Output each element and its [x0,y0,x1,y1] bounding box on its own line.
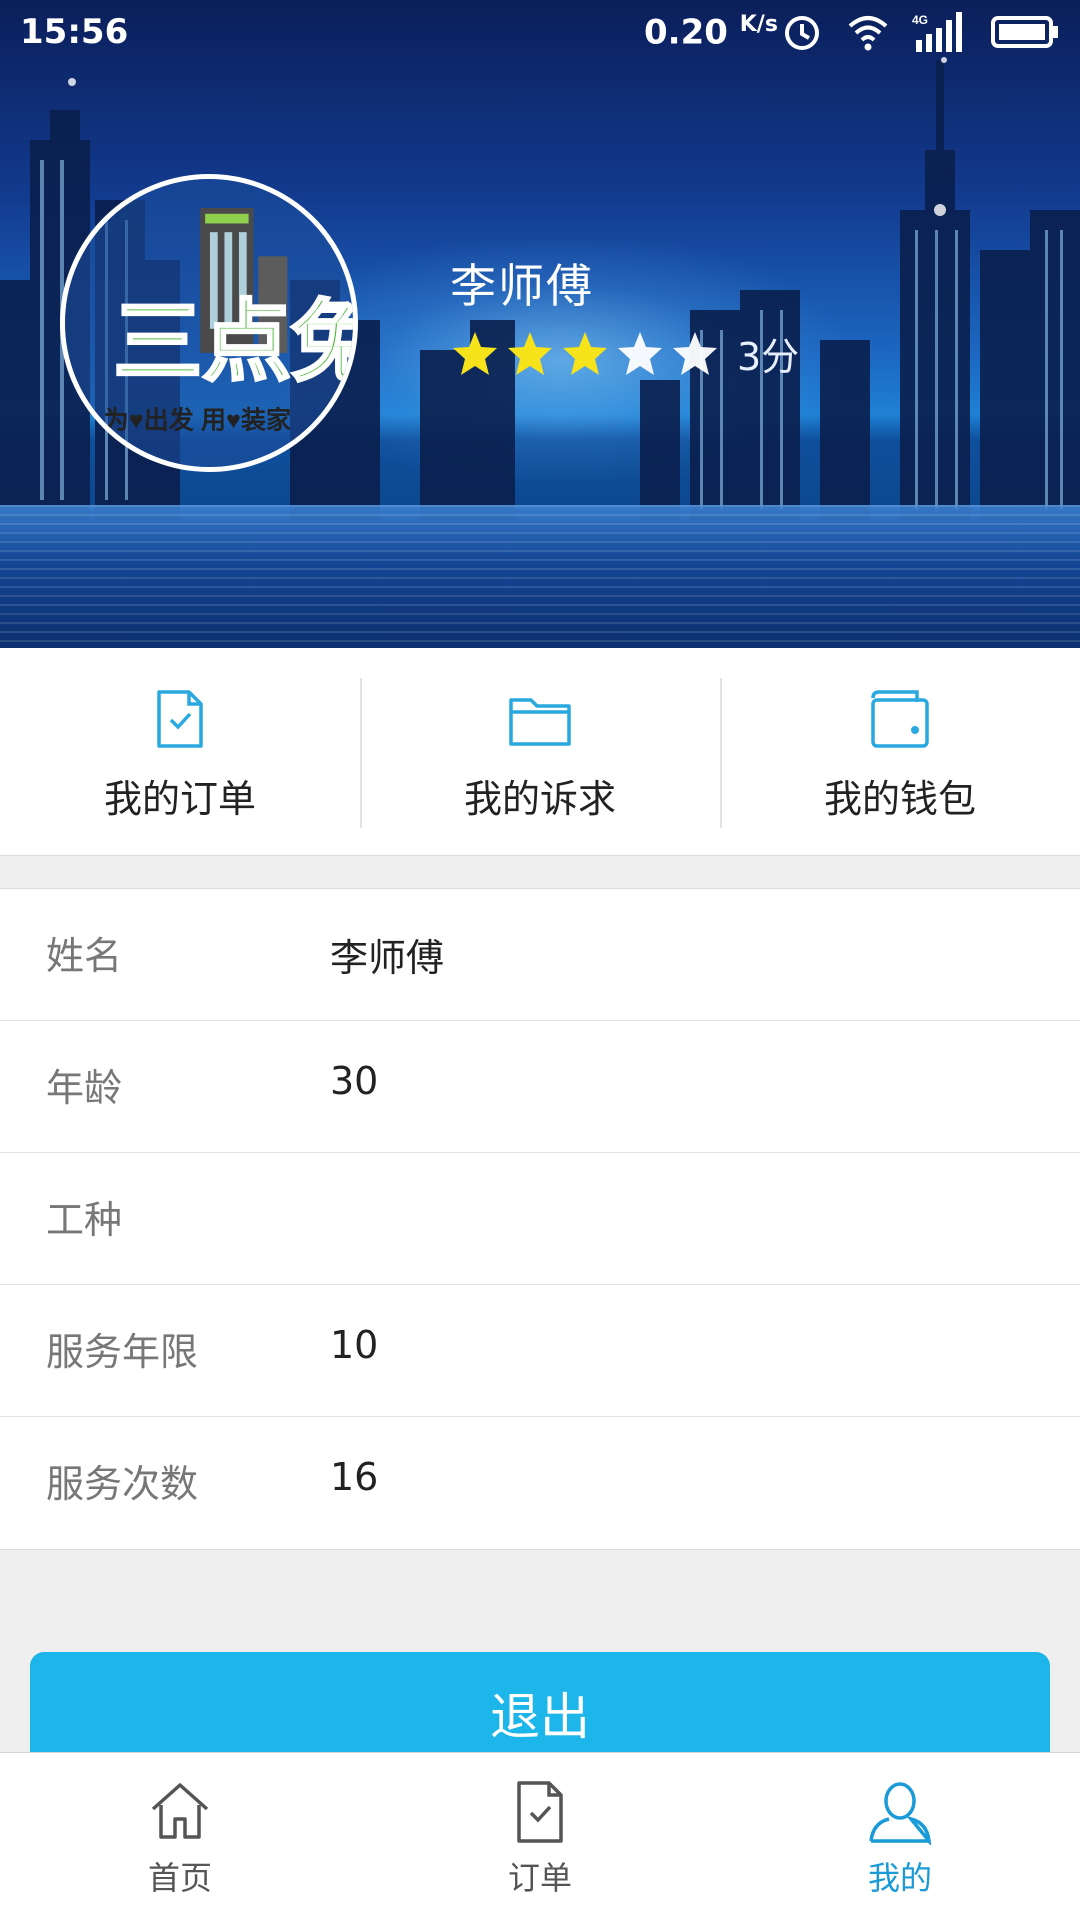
info-row-service-years: 服务年限 10 [0,1285,1080,1417]
my-wallet-label: 我的钱包 [823,777,976,821]
info-value: 10 [330,1323,379,1367]
signal-icon: 4G [912,12,962,52]
rating-score: 3分 [737,335,800,379]
info-row-name: 姓名 李师傅 [0,889,1080,1021]
order-document-icon [157,690,203,748]
home-icon [151,1783,209,1839]
star-empty-icon [618,331,662,375]
quick-menu: 我的订单 我的诉求 我的钱包 [0,648,1080,856]
rating-stars: 3分 [450,326,799,381]
info-row-trade: 工种 [0,1153,1080,1285]
info-row-service-count: 服务次数 16 [0,1417,1080,1549]
tab-home-label: 首页 [147,1859,212,1897]
battery-icon [991,16,1058,48]
user-icon [869,1782,932,1845]
my-orders-button[interactable]: 我的订单 [0,648,360,855]
network-type-label: 4G [912,13,928,27]
info-label: 年龄 [46,1066,123,1110]
star-empty-icon [673,331,717,375]
tab-orders[interactable]: 订单 [360,1753,720,1920]
tab-mine-label: 我的 [867,1859,932,1897]
my-orders-label: 我的订单 [103,777,256,821]
info-value: 16 [330,1455,379,1499]
order-icon [517,1781,563,1843]
star-filled-icon [453,331,497,375]
profile-name: 李师傅 [450,259,594,313]
water-ripples [0,505,1080,648]
net-speed-value: 0.20 [644,12,728,53]
my-appeals-button[interactable]: 我的诉求 [360,648,720,855]
info-label: 工种 [46,1198,123,1242]
star-filled-icon [563,331,607,375]
net-speed-unit: K/s [739,12,778,37]
logo-image: 三点兔 为♥出发 用♥装家 [65,179,353,467]
avatar[interactable]: 三点兔 为♥出发 用♥装家 [60,174,358,472]
my-wallet-button[interactable]: 我的钱包 [720,648,1080,855]
info-label: 姓名 [46,934,123,978]
info-label: 服务年限 [46,1330,199,1374]
alarm-icon [785,16,819,50]
status-bar: 15:56 0.20 K/s 4G [0,0,1080,64]
clock: 15:56 [20,12,129,52]
info-label: 服务次数 [46,1462,199,1506]
tab-orders-label: 订单 [507,1859,572,1897]
folder-icon [509,698,571,746]
info-value: 李师傅 [330,936,445,980]
info-value: 30 [330,1059,379,1103]
net-speed: 0.20 K/s [644,12,778,52]
tab-home[interactable]: 首页 [0,1753,360,1920]
wallet-icon [871,690,929,748]
my-appeals-label: 我的诉求 [463,777,616,821]
profile-info-list: 姓名 李师傅 年龄 30 工种 服务年限 10 服务次数 16 [0,888,1080,1550]
star-filled-icon [508,331,552,375]
logo-slogan: 为♥出发 用♥装家 [104,405,292,434]
bottom-tab-bar: 首页 订单 我的 [0,1752,1080,1920]
wifi-icon [848,16,888,51]
logo-main-text: 三点兔 [113,292,353,391]
profile-header: 15:56 0.20 K/s 4G 三点 为♥出发 用♥装家 李师傅 3分 [0,0,1080,648]
info-row-age: 年龄 30 [0,1021,1080,1153]
tab-mine[interactable]: 我的 [720,1753,1080,1920]
